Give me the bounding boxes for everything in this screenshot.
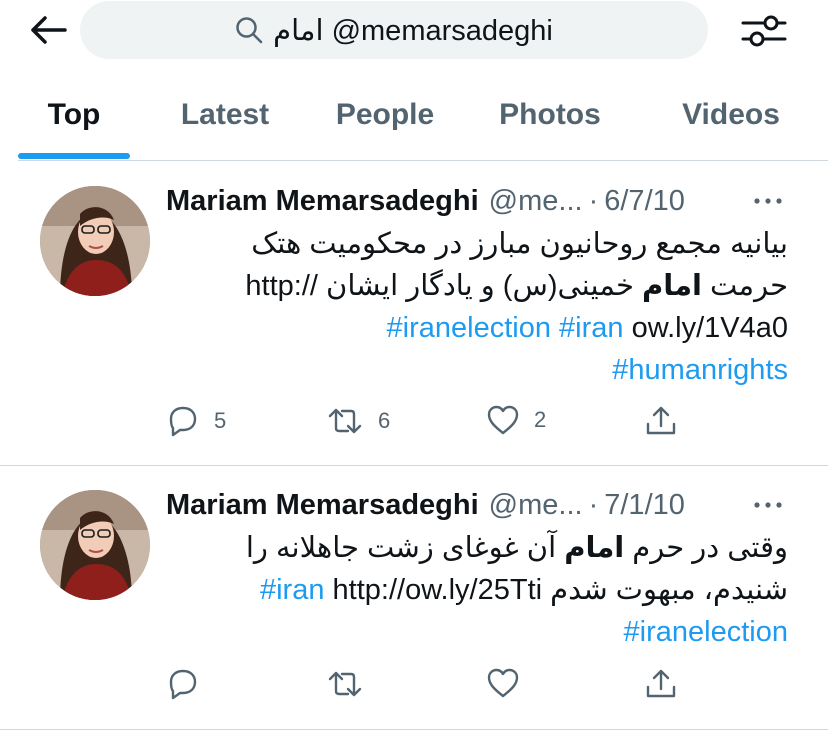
hashtag-link[interactable]: #iran xyxy=(260,574,325,606)
search-icon xyxy=(236,17,263,44)
reply-icon xyxy=(169,406,197,437)
more-icon xyxy=(754,198,782,204)
text-segment: حرمت xyxy=(702,270,788,302)
tweet-date[interactable]: 7/1/10 xyxy=(604,489,685,522)
tab-top[interactable]: Top xyxy=(18,88,130,160)
tweet-text: بیانیه مجمع روحانیون مبارز در محکومیت هت… xyxy=(166,223,788,391)
highlighted-term: امام xyxy=(564,532,625,564)
text-segment: خمینی(س) و یادگار ایشان //:http xyxy=(245,270,642,302)
profile-photo xyxy=(40,490,150,600)
tab-people[interactable]: People xyxy=(318,88,452,160)
filter-sliders-icon xyxy=(741,15,787,47)
text-segment: آن غوغای زشت جاهلانه را xyxy=(245,532,565,564)
share-button[interactable] xyxy=(644,404,678,438)
like-button[interactable]: 2 xyxy=(486,404,546,436)
separator-dot: · xyxy=(588,488,599,521)
text-segment: وقتی در حرم xyxy=(624,532,788,564)
avatar[interactable] xyxy=(40,490,150,600)
search-tabs: Top Latest People Photos Videos xyxy=(0,88,828,160)
hashtag-link[interactable]: #iran xyxy=(559,312,624,344)
tweet-text: وقتی در حرم امام آن غوغای زشت جاهلانه را… xyxy=(166,527,788,653)
text-segment: شنیدم، مبهوت شدم http://ow.ly/25Tti xyxy=(332,574,788,606)
tweet-line: #humanrights xyxy=(166,349,788,391)
tweet-date[interactable]: 6/7/10 xyxy=(604,185,685,218)
url-text[interactable]: ow.ly/1V4a0 xyxy=(632,312,788,344)
back-arrow-icon xyxy=(31,16,67,44)
tweet-line: وقتی در حرم امام آن غوغای زشت جاهلانه را xyxy=(166,527,788,569)
tweet-line: #iranelection xyxy=(166,611,788,653)
hashtag-link[interactable]: #iranelection xyxy=(387,312,551,344)
share-icon xyxy=(646,406,676,435)
retweet-icon xyxy=(328,671,362,697)
separator-dot: · xyxy=(588,184,599,217)
search-query: امام @memarsadeghi xyxy=(273,14,553,47)
author-name[interactable]: Mariam Memarsadeghi xyxy=(166,489,479,522)
tweet-line: حرمت امام خمینی(س) و یادگار ایشان //:htt… xyxy=(166,265,788,307)
search-header: امام @memarsadeghi xyxy=(0,0,828,62)
profile-photo xyxy=(40,186,150,296)
like-icon xyxy=(487,405,519,435)
tweet-line: #iranelection #iran ow.ly/1V4a0 xyxy=(166,307,788,349)
highlighted-term: امام xyxy=(641,270,702,302)
more-options-button[interactable] xyxy=(748,181,788,221)
tab-photos[interactable]: Photos xyxy=(480,88,620,160)
hashtag-link[interactable]: #humanrights xyxy=(612,354,788,386)
more-options-button[interactable] xyxy=(748,485,788,525)
tweet-actions xyxy=(166,667,788,707)
hashtag-link[interactable]: #iranelection xyxy=(624,616,788,648)
author-handle[interactable]: @me... xyxy=(489,489,583,522)
retweet-icon xyxy=(328,408,362,434)
tabs-divider xyxy=(18,160,828,161)
share-icon xyxy=(646,669,676,698)
like-button[interactable] xyxy=(486,667,520,699)
tweet-header: Mariam Memarsadeghi @me... · 6/7/10 xyxy=(166,181,685,221)
tab-videos[interactable]: Videos xyxy=(660,88,802,160)
active-tab-indicator xyxy=(18,153,130,159)
retweet-button[interactable] xyxy=(326,667,364,701)
tweet-line: #iran شنیدم، مبهوت شدم http://ow.ly/25Tt… xyxy=(166,569,788,611)
search-input[interactable]: امام @memarsadeghi xyxy=(80,1,708,59)
tweet-divider xyxy=(0,465,828,466)
reply-button[interactable] xyxy=(166,667,200,701)
tweet-line: بیانیه مجمع روحانیون مبارز در محکومیت هت… xyxy=(251,228,788,260)
author-name[interactable]: Mariam Memarsadeghi xyxy=(166,185,479,218)
reply-icon xyxy=(169,669,197,700)
search-settings-button[interactable] xyxy=(738,10,790,52)
back-button[interactable] xyxy=(26,10,70,50)
reply-button[interactable]: 5 xyxy=(166,404,226,438)
more-icon xyxy=(754,502,782,508)
tab-latest[interactable]: Latest xyxy=(160,88,290,160)
reply-count: 5 xyxy=(214,408,227,433)
tweet-actions: 5 6 2 xyxy=(166,404,788,444)
share-button[interactable] xyxy=(644,667,678,701)
author-handle[interactable]: @me... xyxy=(489,185,583,218)
tweet-header: Mariam Memarsadeghi @me... · 7/1/10 xyxy=(166,485,685,525)
tweet-divider xyxy=(0,729,828,730)
like-count: 2 xyxy=(534,407,547,432)
avatar[interactable] xyxy=(40,186,150,296)
retweet-button[interactable]: 6 xyxy=(326,404,390,438)
like-icon xyxy=(487,668,519,698)
retweet-count: 6 xyxy=(378,408,391,433)
